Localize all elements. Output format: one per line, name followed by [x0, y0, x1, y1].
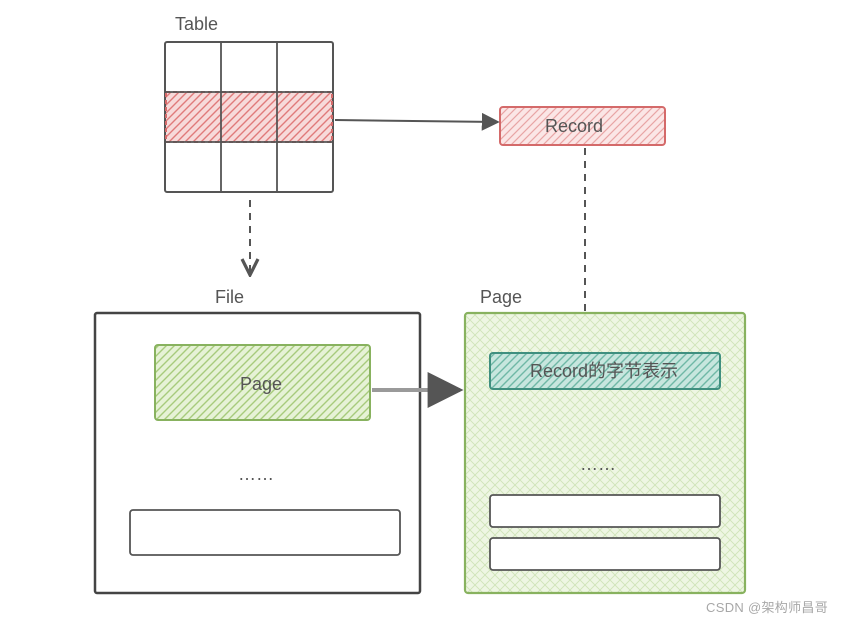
page-empty-slot-2	[490, 538, 720, 570]
table-grid	[165, 42, 333, 192]
record-bytes-label: Record的字节表示	[530, 361, 678, 381]
page-empty-slot-1	[490, 495, 720, 527]
page-ellipsis: ……	[580, 454, 616, 474]
page-title: Page	[480, 287, 522, 307]
table-highlighted-row	[166, 92, 332, 142]
record-box: Record	[500, 107, 665, 145]
record-label: Record	[545, 116, 603, 136]
watermark: CSDN @架构师昌哥	[706, 597, 828, 616]
arrow-table-to-record	[335, 120, 498, 122]
diagram-root: Table Record File Page …… Page	[0, 0, 848, 624]
page-panel: Record的字节表示 ……	[465, 313, 745, 593]
table-label: Table	[175, 14, 218, 34]
file-page-label: Page	[240, 374, 282, 394]
file-panel: Page ……	[95, 313, 420, 593]
file-empty-slot	[130, 510, 400, 555]
file-ellipsis: ……	[238, 464, 274, 484]
file-title: File	[215, 287, 244, 307]
